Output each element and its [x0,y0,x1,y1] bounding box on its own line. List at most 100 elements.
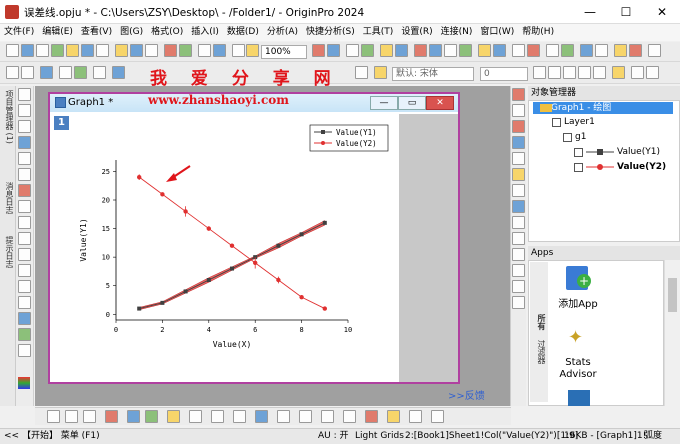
tree-group-label[interactable]: g1 [575,132,586,142]
hand-tool-icon[interactable] [18,296,31,309]
zoom-out-icon[interactable] [327,44,340,57]
box-chart-icon[interactable] [365,410,378,423]
data-point[interactable] [299,232,304,237]
data-point[interactable] [137,174,142,180]
data-point[interactable] [230,266,234,271]
data-point[interactable] [183,209,188,214]
line-tool-icon[interactable] [18,248,31,261]
script-window-icon[interactable] [346,44,359,57]
add-layer-icon[interactable] [512,104,525,117]
add-text-icon[interactable] [18,232,31,245]
data-info-icon[interactable] [18,168,31,181]
import-wizard-icon[interactable] [179,44,192,57]
rescale-axis-icon[interactable] [512,88,525,101]
data-point[interactable] [206,278,211,282]
apps-tab-all[interactable]: 所有 [534,314,546,330]
chart-canvas[interactable]: 0 2 4 6 8 10 0 5 10 15 20 25 Value(X) Value(Y1) Value… [70,120,398,376]
project-explorer-tab[interactable]: 项目管理器 (1) [2,90,14,144]
grid-toggle-icon[interactable] [355,66,368,79]
status-theme[interactable]: Light Grids [355,429,404,444]
scale-bar-icon[interactable] [512,264,525,277]
font-size-select[interactable]: 0 [480,67,528,81]
series-line-2[interactable] [138,176,325,309]
copy-page-icon[interactable] [246,44,259,57]
statistics-plot-icon[interactable] [189,410,202,423]
new-notes-icon[interactable] [66,44,79,57]
layer-checkbox[interactable] [552,118,561,127]
arrow-tool-icon[interactable] [18,264,31,277]
menu-format[interactable]: 格式(O) [147,24,187,41]
data-point[interactable] [206,226,211,231]
insert-table-icon[interactable] [18,344,31,357]
x-axis-title[interactable]: Value(X) [213,340,252,349]
vector-plot-icon[interactable] [343,410,356,423]
ternary-plot-icon[interactable] [299,410,312,423]
rectangle-tool-icon[interactable] [18,280,31,293]
multi-panel-icon[interactable] [255,410,268,423]
tree-layer-label[interactable]: Layer1 [564,117,595,127]
menu-connectivity[interactable]: 连接(N) [437,24,477,41]
layer-manager-icon[interactable] [629,44,642,57]
status-autoupdate[interactable]: AU : 开 [318,429,349,444]
menu-analysis[interactable]: 分析(A) [263,24,302,41]
apps-tab-filter[interactable]: 过滤器 [534,340,546,364]
menu-window[interactable]: 窗口(W) [476,24,518,41]
color-scale-icon[interactable] [512,248,525,261]
layer-contents-icon[interactable] [512,200,525,213]
data-point[interactable] [322,220,327,225]
data-reader-icon[interactable] [18,152,31,165]
maximize-button[interactable]: ☐ [608,0,644,24]
y-tick-label[interactable]: 10 [102,254,110,262]
series2-checkbox[interactable] [574,163,583,172]
color-palette-icon[interactable] [18,377,30,389]
new-matrix-icon[interactable] [51,44,64,57]
add-app-label[interactable]: 添加App [550,295,606,310]
menu-preferences[interactable]: 设置(R) [397,24,436,41]
pie-plot-icon[interactable] [211,410,224,423]
data-connector-icon[interactable] [493,44,506,57]
tree-series2-label[interactable]: Value(Y2) [617,162,666,172]
minimize-button[interactable]: — [572,0,608,24]
waterfall-icon[interactable] [387,410,400,423]
x-tick-label[interactable]: 6 [253,326,257,334]
data-point[interactable] [299,294,304,300]
data-point[interactable] [229,243,235,248]
open-icon[interactable] [115,44,128,57]
recalc-icon[interactable] [546,44,559,57]
x-tick-label[interactable]: 8 [299,326,303,334]
plot-3d-icon[interactable] [127,410,140,423]
results-log-icon[interactable] [380,44,393,57]
legend-icon[interactable] [512,216,525,229]
refresh-icon[interactable] [213,44,226,57]
greek-icon[interactable] [612,66,625,79]
text-tool-icon[interactable] [374,66,387,79]
annotation-arrow[interactable] [166,165,191,182]
send-graph-icon[interactable] [595,44,608,57]
extract-layer-icon[interactable] [512,184,525,197]
decrease-font-icon[interactable] [646,66,659,79]
screen-reader-icon[interactable] [18,136,31,149]
menu-file[interactable]: 文件(F) [0,24,38,41]
more-tools-icon[interactable] [648,44,661,57]
line-symbol-icon[interactable] [83,410,96,423]
origin-app-icon[interactable] [5,5,19,19]
menu-insert[interactable]: 插入(I) [187,24,223,41]
hint-log-tab[interactable]: 提示日志 [2,236,14,268]
data-point[interactable] [160,300,165,305]
menu-edit[interactable]: 编辑(E) [38,24,77,41]
graph-close-button[interactable]: ✕ [426,96,454,110]
new-graph-icon[interactable] [36,44,49,57]
add-app-icon[interactable]: + [566,266,591,290]
y-tick-label[interactable]: 0 [106,311,110,319]
draw-data-icon[interactable] [18,216,31,229]
project-explorer-icon[interactable] [414,44,427,57]
equation-icon[interactable] [18,312,31,325]
pointer-icon[interactable] [18,88,31,101]
date-time-icon[interactable] [512,232,525,245]
object-manager-icon[interactable] [429,44,442,57]
contour-plot-icon[interactable] [167,410,180,423]
feedback-link[interactable]: >>反馈 [448,387,485,402]
x-tick-label[interactable]: 0 [114,326,118,334]
regional-selector-icon[interactable] [18,200,31,213]
add-right-y-icon[interactable] [512,136,525,149]
